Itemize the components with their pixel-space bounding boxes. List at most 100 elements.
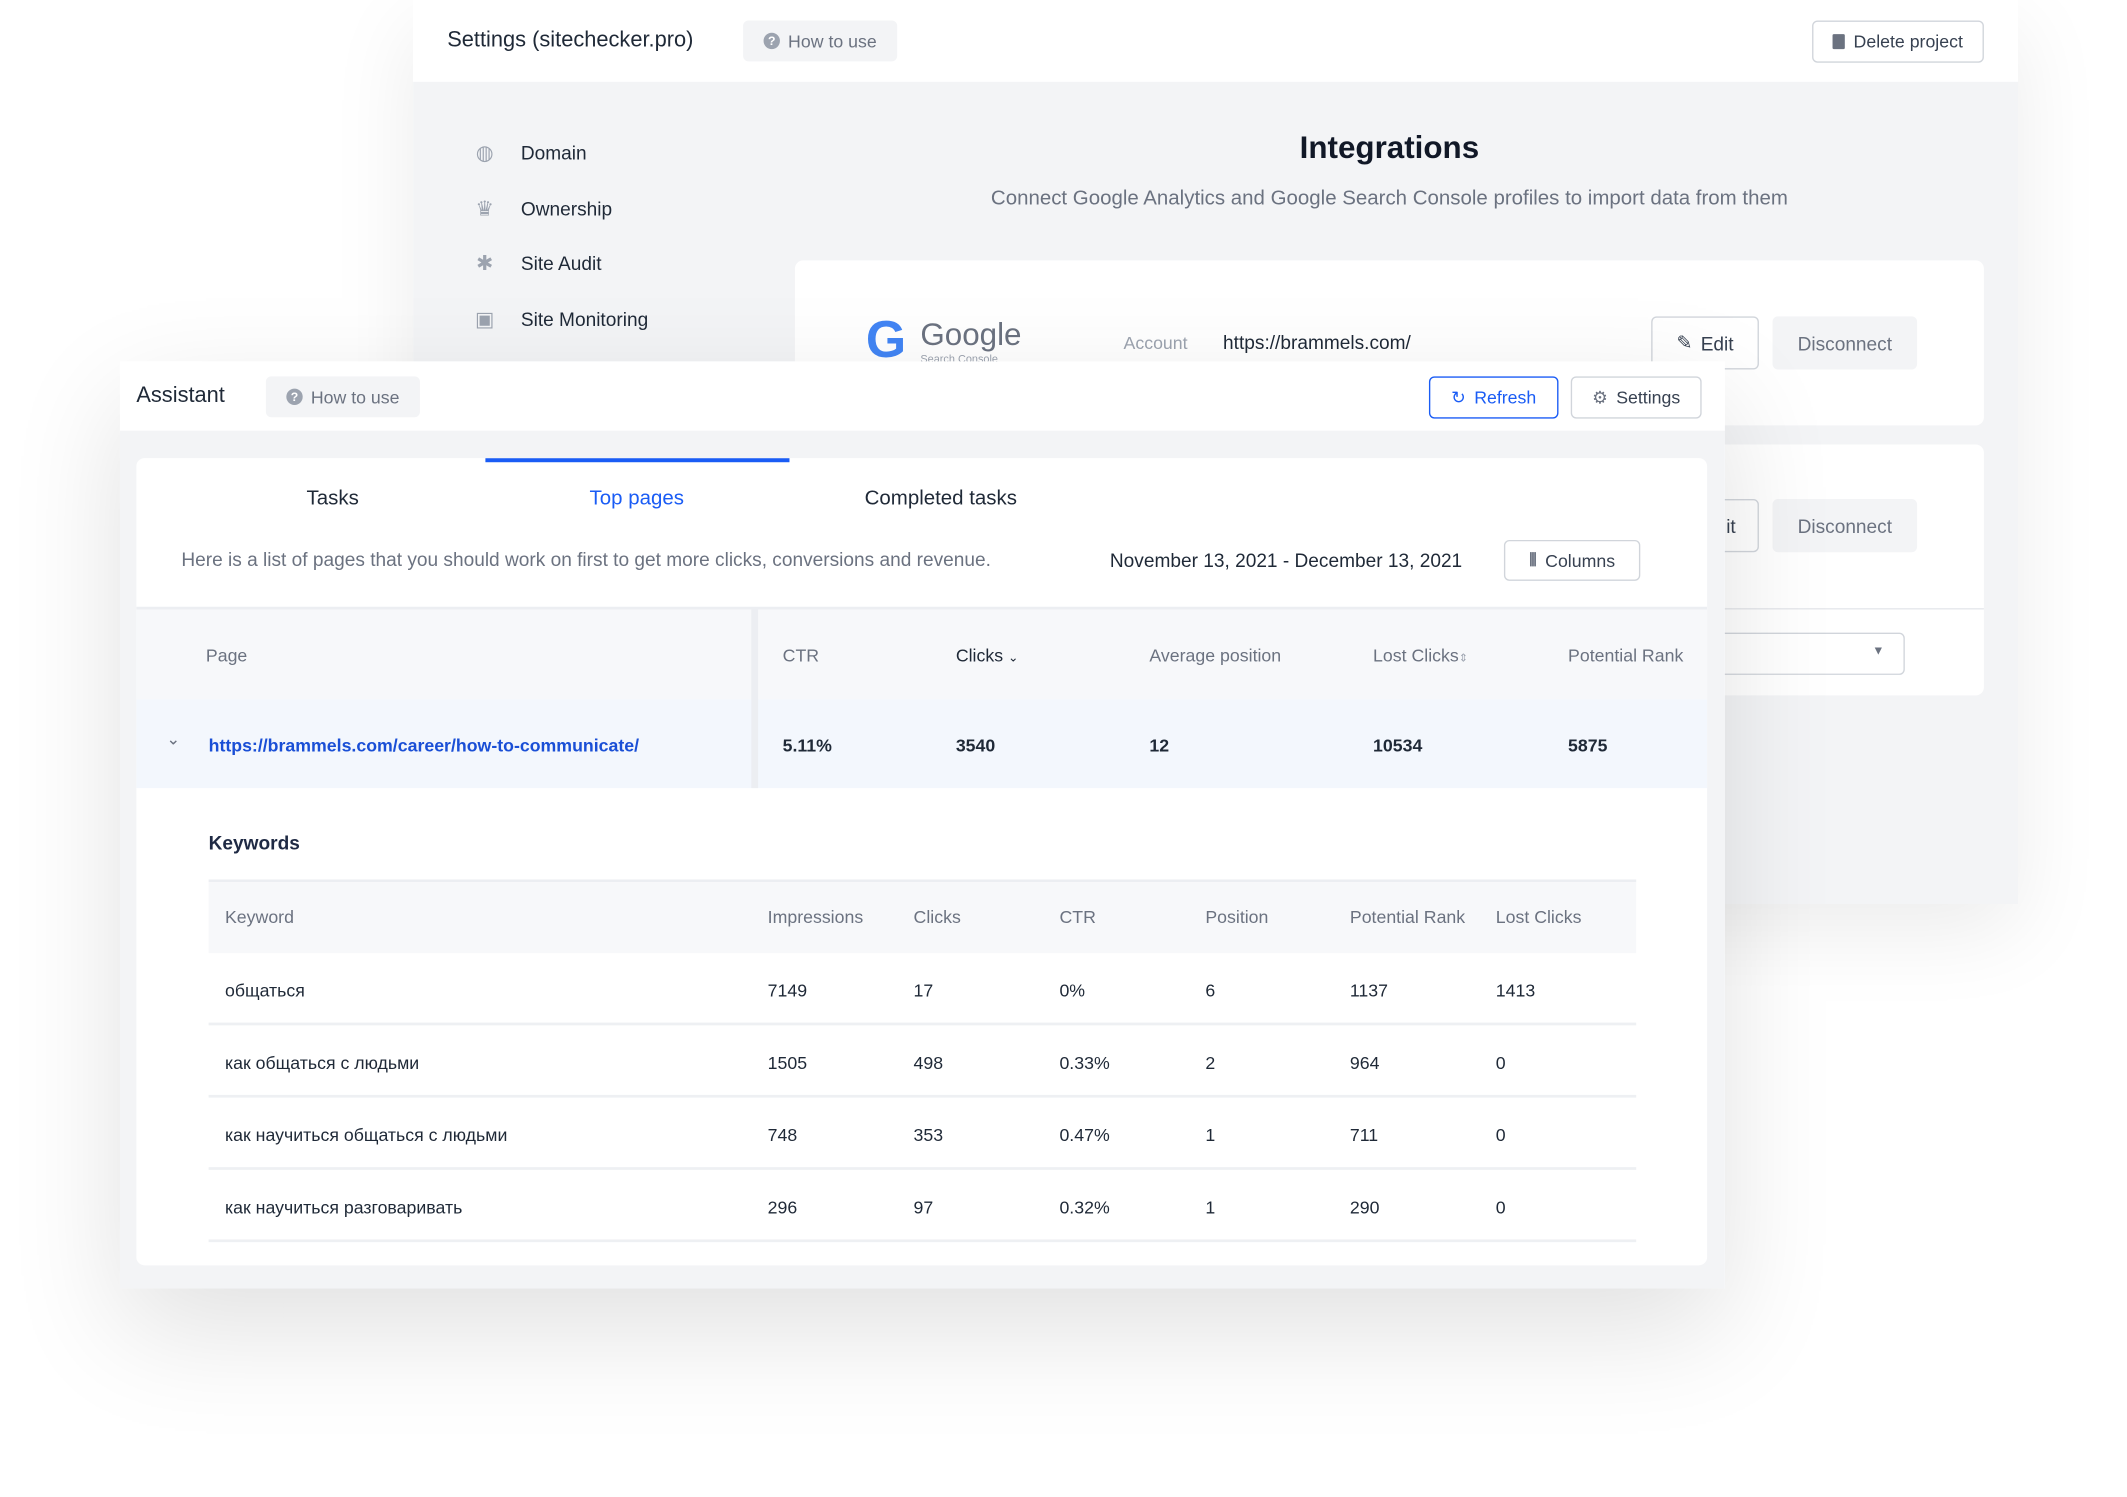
page-link[interactable]: https://brammels.com/career/how-to-commu… (209, 735, 639, 755)
kw-header-impressions[interactable]: Impressions (768, 907, 864, 927)
kw-cell-position: 2 (1205, 1052, 1216, 1074)
assistant-title: Assistant (136, 384, 225, 408)
kw-cell-lost-clicks: 1413 (1495, 980, 1536, 1001)
kw-cell-potential-rank: 290 (1349, 1197, 1380, 1218)
disconnect-button[interactable]: Disconnect (1772, 316, 1918, 370)
kw-cell-potential-rank: 711 (1349, 1124, 1379, 1146)
tab-top-pages[interactable]: Top pages (590, 487, 684, 510)
kw-header-lost-clicks[interactable]: Lost Clicks (1496, 907, 1582, 927)
kw-cell-clicks: 498 (913, 1052, 944, 1074)
refresh-button[interactable]: ↻ Refresh (1428, 376, 1559, 419)
assistant-body: Tasks Top pages Completed tasks Here is … (119, 430, 1725, 1289)
disconnect-button[interactable]: Disconnect (1772, 499, 1918, 553)
table-header (136, 609, 1708, 700)
kw-cell-keyword: как научиться общаться с людьми (224, 1124, 508, 1146)
integrations-subtitle: Connect Google Analytics and Google Sear… (990, 186, 1788, 210)
kw-cell-keyword: как общаться с людьми (224, 1052, 420, 1074)
tab-tasks[interactable]: Tasks (307, 487, 359, 510)
kw-cell-keyword: как научиться разговаривать (224, 1197, 463, 1218)
kw-cell-lost-clicks: 0 (1495, 1052, 1506, 1074)
row-lost-clicks: 10534 (1373, 734, 1423, 756)
header-average-position[interactable]: Average position (1149, 645, 1281, 665)
row-clicks: 3540 (955, 734, 996, 756)
kw-cell-impressions: 748 (767, 1124, 798, 1146)
settings-header: Settings (sitechecker.pro) ? How to use … (413, 0, 2018, 82)
row-divider (208, 1239, 1637, 1243)
row-average-position: 12 (1149, 734, 1170, 756)
header-clicks[interactable]: Clicks ⌄ (956, 645, 1019, 665)
sidebar-item-label: Ownership (520, 197, 613, 219)
help-icon: ? (286, 388, 303, 405)
sidebar-item-site-audit[interactable]: ✱ Site Audit (473, 251, 602, 275)
top-pages-card: Tasks Top pages Completed tasks Here is … (136, 458, 1708, 1266)
kw-cell-impressions: 7149 (767, 980, 808, 1001)
settings-title: Settings (sitechecker.pro) (447, 28, 694, 52)
kw-cell-position: 1 (1205, 1197, 1216, 1218)
how-to-use-button[interactable]: ? How to use (743, 20, 898, 62)
assistant-panel: Assistant ? How to use ↻ Refresh ⚙ Setti… (119, 361, 1725, 1289)
monitor-search-icon: ▣ (475, 307, 495, 331)
sidebar-item-site-monitoring[interactable]: ▣ Site Monitoring (473, 307, 648, 330)
disconnect-label: Disconnect (1797, 514, 1893, 537)
kw-cell-clicks: 353 (913, 1124, 944, 1146)
kw-cell-clicks: 97 (913, 1197, 934, 1218)
active-tab-indicator (485, 458, 790, 463)
account-label: Account (1123, 332, 1188, 354)
kw-header-keyword[interactable]: Keyword (225, 907, 294, 927)
sidebar-item-domain[interactable]: ◍ Domain (473, 140, 587, 165)
header-page[interactable]: Page (206, 645, 247, 665)
kw-cell-ctr: 0% (1059, 980, 1086, 1001)
refresh-label: Refresh (1474, 387, 1537, 408)
columns-label: Columns (1545, 550, 1616, 571)
header-ctr[interactable]: CTR (783, 645, 819, 665)
how-to-use-label: How to use (788, 30, 877, 52)
kw-cell-potential-rank: 964 (1349, 1052, 1380, 1074)
kw-cell-impressions: 1505 (767, 1052, 808, 1074)
kw-header-potential-rank[interactable]: Potential Rank (1350, 907, 1465, 927)
bug-icon: ✱ (476, 251, 494, 275)
sort-icon: ⇕ (1458, 651, 1468, 665)
settings-button[interactable]: ⚙ Settings (1570, 376, 1702, 419)
chevron-down-icon: ⌄ (1008, 650, 1019, 665)
how-to-use-button[interactable]: ? How to use (265, 376, 420, 418)
keywords-title: Keywords (208, 831, 300, 854)
date-range[interactable]: November 13, 2021 - December 13, 2021 (1110, 549, 1462, 571)
kw-cell-impressions: 296 (767, 1197, 798, 1218)
pencil-icon: ✎ (1676, 331, 1693, 354)
kw-header-ctr[interactable]: CTR (1059, 907, 1095, 927)
kw-cell-ctr: 0.33% (1059, 1052, 1110, 1074)
settings-label: Settings (1616, 387, 1681, 408)
kw-header-clicks[interactable]: Clicks (914, 907, 961, 927)
kw-cell-potential-rank: 1137 (1349, 980, 1389, 1001)
disconnect-label: Disconnect (1797, 332, 1893, 354)
header-potential-rank[interactable]: Potential Rank (1568, 645, 1683, 665)
kw-cell-lost-clicks: 0 (1495, 1124, 1506, 1146)
edit-label: Edit (1700, 332, 1734, 354)
kw-cell-ctr: 0.32% (1059, 1197, 1110, 1218)
trash-icon (1833, 34, 1846, 50)
chevron-down-icon[interactable]: ⌄ (166, 729, 180, 748)
kw-header-position[interactable]: Position (1205, 907, 1268, 927)
globe-icon: ◍ (475, 141, 494, 165)
account-value: https://brammels.com/ (1223, 331, 1411, 354)
google-logo: G Google Search Console (865, 314, 1022, 365)
sidebar-item-ownership[interactable]: ♛ Ownership (473, 196, 613, 221)
kw-cell-lost-clicks: 0 (1495, 1197, 1506, 1218)
columns-button[interactable]: ⦀ Columns (1503, 539, 1641, 581)
crown-icon: ♛ (475, 197, 494, 221)
kw-cell-position: 6 (1205, 980, 1216, 1001)
assistant-header: Assistant ? How to use ↻ Refresh ⚙ Setti… (119, 361, 1725, 433)
sidebar-item-label: Domain (520, 141, 587, 163)
sidebar-item-label: Site Audit (520, 251, 602, 274)
gear-icon: ⚙ (1592, 386, 1609, 408)
description: Here is a list of pages that you should … (181, 548, 991, 570)
delete-project-button[interactable]: Delete project (1812, 20, 1984, 63)
header-lost-clicks[interactable]: Lost Clicks⇕ (1373, 645, 1468, 665)
columns-icon: ⦀ (1529, 549, 1537, 570)
tab-completed-tasks[interactable]: Completed tasks (865, 487, 1017, 510)
refresh-icon: ↻ (1451, 386, 1467, 408)
help-icon: ? (763, 32, 780, 50)
kw-cell-clicks: 17 (913, 980, 934, 1001)
sidebar-item-label: Site Monitoring (520, 307, 649, 330)
how-to-use-label: How to use (310, 386, 400, 408)
